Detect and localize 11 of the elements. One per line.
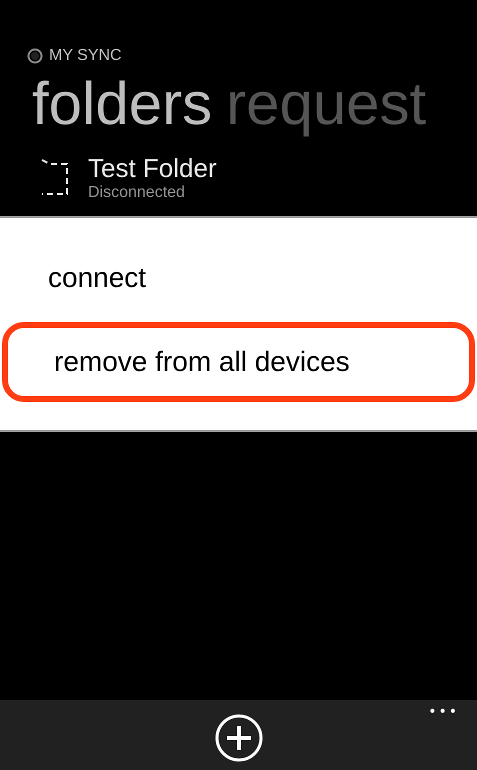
folder-status: Disconnected [88, 184, 186, 202]
app-title: MY SYNC [49, 46, 122, 66]
more-button[interactable]: ••• [428, 702, 459, 723]
menu-item[interactable]: connect [2, 238, 475, 318]
menu-item[interactable]: remove from all devices [2, 322, 475, 402]
sync-icon [27, 48, 43, 64]
add-button[interactable] [214, 714, 262, 762]
folder-name[interactable]: Test Folder [88, 152, 217, 184]
folder-icon [40, 158, 70, 198]
add-icon [214, 714, 262, 762]
pivot-tab[interactable]: folders [32, 66, 212, 142]
